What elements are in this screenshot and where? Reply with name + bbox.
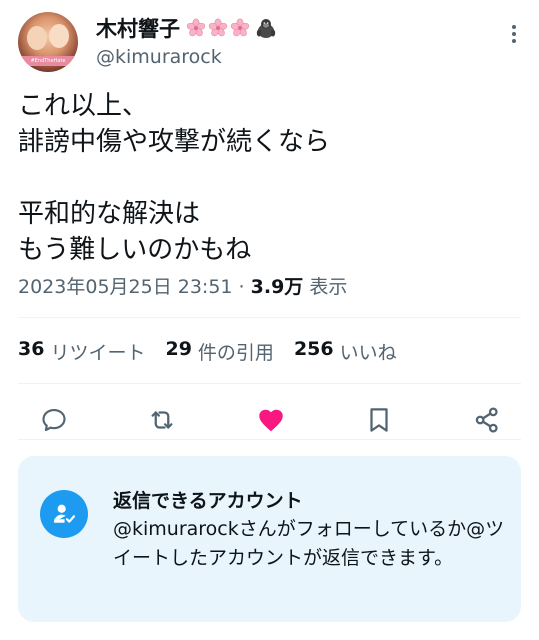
quotes-stat[interactable]: 29 件の引用 <box>165 338 273 365</box>
meta-separator: · <box>232 276 251 298</box>
engagement-stats: 36 リツイート 29 件の引用 256 いいね <box>18 338 397 365</box>
more-options-icon[interactable] <box>502 22 526 46</box>
quotes-label: 件の引用 <box>197 342 274 364</box>
reply-button[interactable] <box>38 404 70 436</box>
display-name[interactable]: 木村響子 <box>96 13 180 43</box>
divider <box>18 317 521 318</box>
divider <box>18 383 521 384</box>
tweet-datetime[interactable]: 2023年05月25日 23:51 <box>18 276 233 298</box>
reply-restriction-title: 返信できるアカウント <box>113 490 303 512</box>
likes-stat[interactable]: 256 いいね <box>294 338 397 365</box>
reply-icon <box>42 408 66 432</box>
views-label: 表示 <box>303 276 348 298</box>
cherry-blossom-icon <box>230 18 250 37</box>
like-button[interactable] <box>255 404 287 436</box>
avatar-banner-text: #EndTheHate <box>18 56 78 66</box>
bookmark-button[interactable] <box>363 404 395 436</box>
views-count: 3.9万 <box>250 276 304 298</box>
reply-restriction-icon-circle <box>40 490 88 538</box>
cherry-blossom-icon <box>186 18 206 37</box>
gorilla-icon <box>256 19 276 38</box>
likes-count: 256 <box>293 338 334 360</box>
bookmark-icon <box>370 408 388 432</box>
tweet-text: これ以上、 誹謗中傷や攻撃が続くなら 平和的な解決は もう難しいのかもね <box>18 91 331 265</box>
user-handle[interactable]: @kimurarock <box>96 46 222 68</box>
retweets-count: 36 <box>18 338 45 360</box>
share-icon <box>475 407 498 433</box>
reply-restriction-notice: 返信できるアカウント @kimurarockさんがフォローしているか@ツイートし… <box>18 456 521 622</box>
share-button[interactable] <box>471 404 503 436</box>
retweet-icon <box>151 411 173 429</box>
retweets-stat[interactable]: 36 リツイート <box>18 338 145 365</box>
reply-restriction-description: @kimurarockさんがフォローしているか@ツイートしたアカウントが返信でき… <box>113 518 505 569</box>
retweet-button[interactable] <box>146 404 178 436</box>
name-row[interactable]: 木村響子 <box>96 14 277 42</box>
cherry-blossom-icon <box>208 18 228 37</box>
divider <box>18 439 521 440</box>
action-bar <box>38 402 503 438</box>
like-heart-icon <box>258 409 283 432</box>
retweets-label: リツイート <box>50 342 146 364</box>
avatar[interactable]: #EndTheHate <box>18 12 78 72</box>
tweet-header: #EndTheHate 木村響子 @kimurarock <box>18 12 528 76</box>
likes-label: いいね <box>339 342 397 364</box>
tweet-meta: 2023年05月25日 23:51 · 3.9万 表示 <box>18 272 347 299</box>
quotes-count: 29 <box>165 338 192 360</box>
user-check-icon <box>54 504 76 523</box>
avatar-face <box>49 24 69 48</box>
avatar-face <box>27 26 47 50</box>
